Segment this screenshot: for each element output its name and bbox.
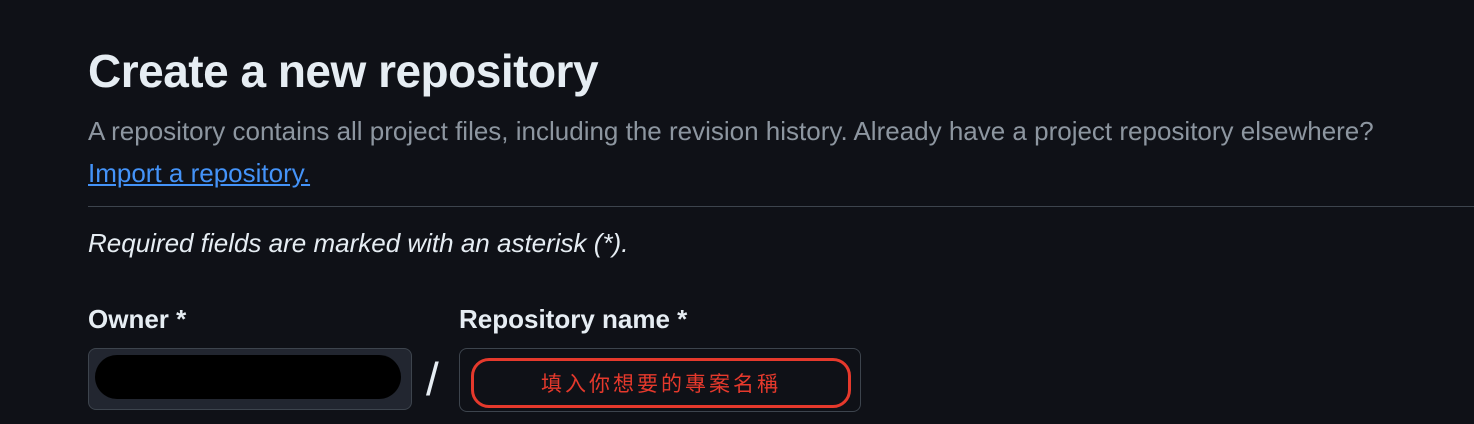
redacted-owner (95, 355, 401, 399)
required-fields-note: Required fields are marked with an aster… (88, 228, 629, 258)
repository-name-input[interactable]: 填入你想要的專案名稱 (459, 348, 861, 412)
owner-select[interactable] (88, 348, 412, 410)
import-repository-link[interactable]: Import a repository. (88, 158, 310, 188)
description-text: A repository contains all project files,… (88, 116, 1374, 146)
divider (88, 206, 1474, 207)
page-title: Create a new repository (88, 45, 599, 97)
repository-name-label: Repository name * (459, 304, 688, 334)
page-description: A repository contains all project files,… (88, 110, 1428, 194)
annotation-highlight: 填入你想要的專案名稱 (471, 358, 851, 408)
owner-repo-separator: / (426, 353, 439, 405)
owner-label: Owner * (88, 304, 187, 334)
